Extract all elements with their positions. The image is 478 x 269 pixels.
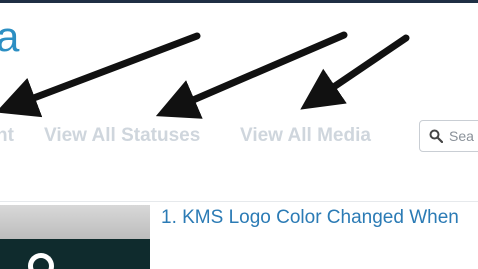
nav-item-view-all-media[interactable]: View All Media xyxy=(240,124,371,148)
search-box[interactable] xyxy=(419,120,478,152)
thumbnail-top-band xyxy=(0,205,150,239)
search-input[interactable] xyxy=(449,128,478,144)
nav-item-content[interactable]: nt xyxy=(0,124,14,148)
search-icon[interactable] xyxy=(429,129,443,143)
site-title[interactable]: a xyxy=(0,16,19,58)
annotation-arrow-1 xyxy=(0,32,201,118)
annotation-arrow-2 xyxy=(155,31,348,119)
content-divider xyxy=(0,201,478,202)
thumbnail-dark-band xyxy=(0,239,150,269)
annotation-arrow-3 xyxy=(300,34,410,110)
media-item-title[interactable]: 1. KMS Logo Color Changed When xyxy=(161,206,459,230)
page: a nt View All Statuses View All Media 1.… xyxy=(0,0,478,269)
nav-item-view-all-statuses[interactable]: View All Statuses xyxy=(44,124,200,148)
media-thumbnail[interactable] xyxy=(0,205,150,269)
top-border xyxy=(0,0,478,3)
